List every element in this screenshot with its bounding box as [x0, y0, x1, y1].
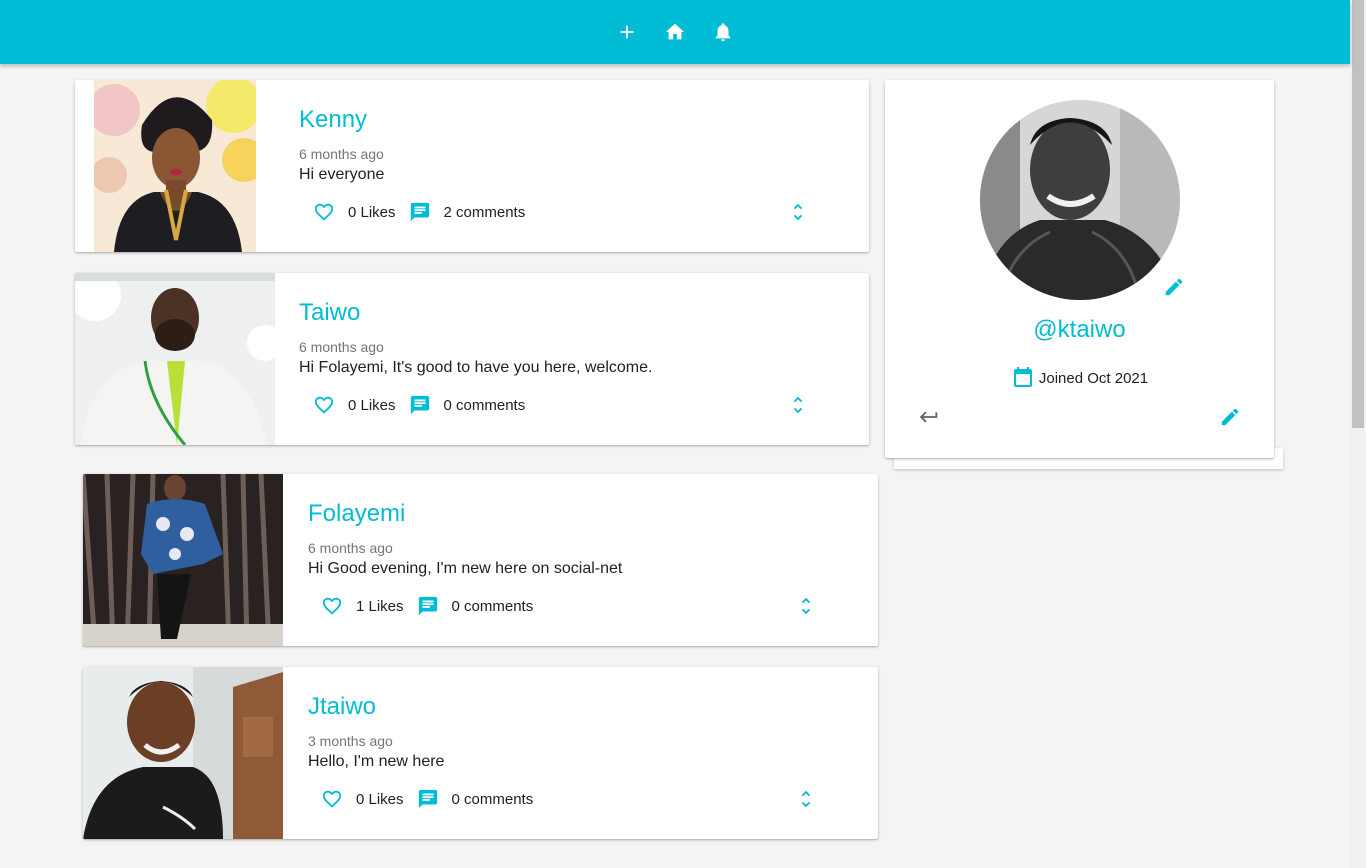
like-button[interactable]	[312, 200, 336, 224]
heart-outline-icon	[314, 396, 334, 414]
post-body: Hi everyone	[299, 166, 385, 183]
comments-button[interactable]	[408, 200, 432, 224]
profile-card: @ktaiwo Joined Oct 2021	[885, 80, 1274, 458]
chat-icon	[418, 789, 437, 809]
profile-joined: Joined Oct 2021	[885, 366, 1274, 390]
chat-icon	[410, 395, 429, 415]
post-timestamp: 3 months ago	[308, 733, 393, 749]
like-button[interactable]	[320, 787, 344, 811]
chat-icon	[418, 596, 437, 616]
post-actions: 1 Likes 0 comments	[320, 594, 533, 618]
expand-button[interactable]	[786, 393, 810, 417]
post-timestamp: 6 months ago	[299, 339, 384, 355]
profile-avatar[interactable]	[980, 100, 1180, 300]
comment-count: 2 comments	[443, 203, 526, 221]
post-author-photo	[83, 667, 283, 839]
expand-button[interactable]	[794, 787, 818, 811]
post-timestamp: 6 months ago	[308, 540, 393, 556]
notifications-button[interactable]	[711, 20, 735, 44]
comment-count: 0 comments	[451, 790, 534, 808]
post-card: Jtaiwo 3 months ago Hello, I'm new here …	[83, 667, 878, 839]
pencil-icon	[1165, 278, 1183, 296]
add-post-button[interactable]	[615, 20, 639, 44]
like-button[interactable]	[312, 393, 336, 417]
comments-button[interactable]	[416, 594, 440, 618]
unfold-more-icon	[793, 203, 803, 221]
post-card: Folayemi 6 months ago Hi Good evening, I…	[83, 474, 878, 646]
post-author-photo	[83, 474, 283, 646]
post-actions: 0 Likes 0 comments	[312, 393, 525, 417]
post-actions: 0 Likes 2 comments	[312, 200, 525, 224]
post-body: Hello, I'm new here	[308, 753, 445, 770]
edit-photo-button[interactable]	[1162, 275, 1186, 299]
like-count: 1 Likes	[356, 597, 404, 615]
post-author-name[interactable]: Kenny	[299, 106, 367, 134]
post-body: Hi Good evening, I'm new here on social-…	[308, 560, 623, 577]
joined-label: Joined Oct 2021	[1038, 369, 1149, 387]
unfold-more-icon	[801, 790, 811, 808]
comments-button[interactable]	[408, 393, 432, 417]
keyboard-return-icon	[919, 411, 938, 423]
expand-button[interactable]	[794, 594, 818, 618]
add-icon	[620, 25, 634, 39]
heart-outline-icon	[322, 790, 342, 808]
home-button[interactable]	[663, 20, 687, 44]
calendar-icon	[1013, 367, 1032, 387]
like-count: 0 Likes	[348, 203, 396, 221]
expand-button[interactable]	[786, 200, 810, 224]
post-timestamp: 6 months ago	[299, 146, 384, 162]
post-body: Hi Folayemi, It's good to have you here,…	[299, 359, 653, 376]
post-author-photo	[94, 80, 256, 252]
post-author-name[interactable]: Taiwo	[299, 299, 360, 327]
like-count: 0 Likes	[348, 396, 396, 414]
post-card: Taiwo 6 months ago Hi Folayemi, It's goo…	[75, 273, 869, 445]
unfold-more-icon	[801, 597, 811, 615]
logout-button[interactable]	[917, 405, 941, 429]
heart-outline-icon	[314, 203, 334, 221]
like-count: 0 Likes	[356, 790, 404, 808]
post-actions: 0 Likes 0 comments	[320, 787, 533, 811]
profile-handle[interactable]: @ktaiwo	[885, 316, 1274, 344]
comments-button[interactable]	[416, 787, 440, 811]
post-card: Kenny 6 months ago Hi everyone 0 Likes 2…	[75, 80, 869, 252]
scrollbar-thumb[interactable]	[1352, 0, 1364, 428]
home-icon	[665, 23, 685, 40]
like-button[interactable]	[320, 594, 344, 618]
app-bar	[0, 0, 1350, 64]
post-author-name[interactable]: Jtaiwo	[308, 693, 376, 721]
post-author-name[interactable]: Folayemi	[308, 500, 405, 528]
edit-profile-button[interactable]	[1218, 405, 1242, 429]
comment-count: 0 comments	[451, 597, 534, 615]
page-scrollbar[interactable]	[1350, 0, 1366, 868]
unfold-more-icon	[793, 396, 803, 414]
notifications-icon	[715, 23, 731, 42]
pencil-icon	[1221, 408, 1239, 426]
heart-outline-icon	[322, 597, 342, 615]
post-author-photo	[75, 273, 275, 445]
comment-count: 0 comments	[443, 396, 526, 414]
chat-icon	[410, 202, 429, 222]
